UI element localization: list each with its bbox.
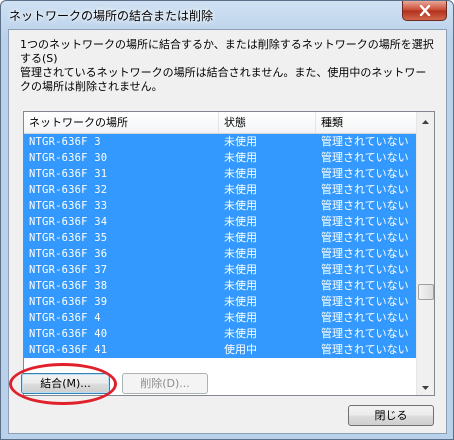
type-cell: 管理されていない	[321, 295, 409, 308]
status-cell: 未使用	[224, 263, 257, 276]
column-header-status[interactable]: 状態	[219, 112, 316, 133]
table-row[interactable]: NTGR-636F 34 未使用 管理されていない	[24, 214, 417, 230]
status-cell: 未使用	[224, 199, 257, 212]
status-cell: 未使用	[224, 135, 257, 148]
delete-button[interactable]: 削除(D)...	[122, 373, 208, 394]
list-rows: NTGR-636F 3 未使用 管理されていない NTGR-636F 30 未使用 管理さ…	[24, 134, 417, 358]
location-cell: NTGR-636F 3	[29, 136, 101, 148]
status-cell: 未使用	[224, 279, 257, 292]
status-cell: 未使用	[224, 295, 257, 308]
status-cell: 未使用	[224, 231, 257, 244]
type-cell: 管理されていない	[321, 327, 409, 340]
column-header-type[interactable]: 種類	[316, 112, 417, 133]
table-row[interactable]: NTGR-636F 37 未使用 管理されていない	[24, 262, 417, 278]
status-cell: 使用中	[224, 343, 257, 356]
location-cell: NTGR-636F 33	[29, 200, 108, 212]
close-icon	[419, 5, 431, 16]
chevron-up-icon	[422, 114, 429, 127]
network-location-list[interactable]: ネットワークの場所 状態 種類 NTGR-636F 3 未使用 管理されていない NT…	[23, 111, 435, 396]
type-cell: 管理されていない	[321, 311, 409, 324]
vertical-scrollbar[interactable]	[416, 112, 434, 395]
instruction-text: 1つのネットワークの場所に結合するか、または削除するネットワークの場所を選択する…	[20, 38, 436, 94]
type-cell: 管理されていない	[321, 231, 409, 244]
type-cell: 管理されていない	[321, 199, 409, 212]
dialog-window: ネットワークの場所の結合または削除 1つのネットワークの場所に結合するか、または…	[0, 0, 454, 440]
window-title: ネットワークの場所の結合または削除	[9, 9, 214, 23]
window-close-button[interactable]	[402, 1, 447, 21]
list-header: ネットワークの場所 状態 種類	[24, 112, 417, 134]
status-cell: 未使用	[224, 215, 257, 228]
type-cell: 管理されていない	[321, 263, 409, 276]
close-button[interactable]: 閉じる	[348, 405, 434, 426]
scroll-up-button[interactable]	[417, 112, 434, 129]
table-row[interactable]: NTGR-636F 35 未使用 管理されていない	[24, 230, 417, 246]
type-cell: 管理されていない	[321, 215, 409, 228]
instruction-line-1: 1つのネットワークの場所に結合するか、または削除するネットワークの場所を選択する…	[20, 38, 434, 93]
table-row[interactable]: NTGR-636F 41 使用中 管理されていない	[24, 342, 417, 358]
location-cell: NTGR-636F 32	[29, 184, 108, 196]
status-cell: 未使用	[224, 183, 257, 196]
type-cell: 管理されていない	[321, 183, 409, 196]
type-cell: 管理されていない	[321, 279, 409, 292]
location-cell: NTGR-636F 38	[29, 280, 108, 292]
table-row[interactable]: NTGR-636F 30 未使用 管理されていない	[24, 150, 417, 166]
type-cell: 管理されていない	[321, 135, 409, 148]
table-row[interactable]: NTGR-636F 40 未使用 管理されていない	[24, 326, 417, 342]
location-cell: NTGR-636F 34	[29, 216, 108, 228]
location-cell: NTGR-636F 31	[29, 168, 108, 180]
location-cell: NTGR-636F 4	[29, 312, 101, 324]
type-cell: 管理されていない	[321, 247, 409, 260]
table-row[interactable]: NTGR-636F 4 未使用 管理されていない	[24, 310, 417, 326]
status-cell: 未使用	[224, 311, 257, 324]
type-cell: 管理されていない	[321, 343, 409, 356]
highlight-annotation	[9, 363, 117, 405]
type-cell: 管理されていない	[321, 151, 409, 164]
chevron-down-icon	[422, 380, 429, 393]
location-cell: NTGR-636F 36	[29, 248, 108, 260]
column-header-location[interactable]: ネットワークの場所	[24, 112, 219, 133]
location-cell: NTGR-636F 37	[29, 264, 108, 276]
table-row[interactable]: NTGR-636F 31 未使用 管理されていない	[24, 166, 417, 182]
location-cell: NTGR-636F 40	[29, 328, 108, 340]
type-cell: 管理されていない	[321, 167, 409, 180]
status-cell: 未使用	[224, 327, 257, 340]
table-row[interactable]: NTGR-636F 33 未使用 管理されていない	[24, 198, 417, 214]
title-bar[interactable]: ネットワークの場所の結合または削除	[1, 1, 453, 27]
status-cell: 未使用	[224, 167, 257, 180]
location-cell: NTGR-636F 30	[29, 152, 108, 164]
scroll-down-button[interactable]	[417, 378, 434, 395]
table-row[interactable]: NTGR-636F 3 未使用 管理されていない	[24, 134, 417, 150]
scroll-thumb[interactable]	[418, 284, 434, 300]
table-row[interactable]: NTGR-636F 39 未使用 管理されていない	[24, 294, 417, 310]
location-cell: NTGR-636F 41	[29, 344, 108, 356]
table-row[interactable]: NTGR-636F 36 未使用 管理されていない	[24, 246, 417, 262]
location-cell: NTGR-636F 35	[29, 232, 108, 244]
status-cell: 未使用	[224, 151, 257, 164]
table-row[interactable]: NTGR-636F 32 未使用 管理されていない	[24, 182, 417, 198]
table-row[interactable]: NTGR-636F 38 未使用 管理されていない	[24, 278, 417, 294]
status-cell: 未使用	[224, 247, 257, 260]
location-cell: NTGR-636F 39	[29, 296, 108, 308]
